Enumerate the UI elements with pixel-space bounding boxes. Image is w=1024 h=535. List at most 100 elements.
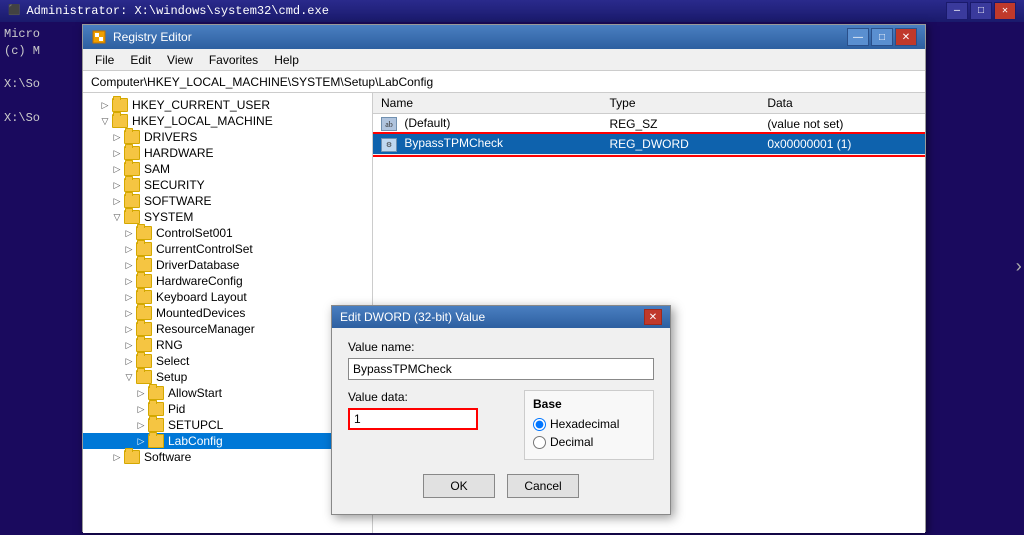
arrow-resourcemanager: ▷ [123,323,135,335]
cmd-line-5 [4,93,78,110]
tree-drivers[interactable]: ▷ DRIVERS [83,129,372,145]
regedit-window-buttons: — □ ✕ [847,28,917,46]
tree-sam[interactable]: ▷ SAM [83,161,372,177]
dialog-buttons: OK Cancel [348,470,654,502]
arrow-labconfig: ▷ [135,435,147,447]
registry-table: Name Type Data ab (Default) REG_SZ (valu… [373,93,925,155]
tree-pid[interactable]: ▷ Pid [83,401,372,417]
arrow-system: ▽ [111,211,123,223]
ok-button[interactable]: OK [423,474,495,498]
arrow-hardware: ▷ [111,147,123,159]
arrow-allowstart: ▷ [135,387,147,399]
tree-panel[interactable]: ▷ HKEY_CURRENT_USER ▽ HKEY_LOCAL_MACHINE… [83,93,373,533]
col-header-type: Type [601,93,759,114]
regedit-icon [91,29,107,45]
tree-label-setupcl: SETUPCL [168,418,223,432]
tree-software-hklm[interactable]: ▷ SOFTWARE [83,193,372,209]
tree-label-sam: SAM [144,162,170,176]
folder-driverdatabase [136,258,152,272]
arrow-keyboard-layout: ▷ [123,291,135,303]
arrow-drivers: ▷ [111,131,123,143]
arrow-pid: ▷ [135,403,147,415]
value-name-input[interactable] [348,358,654,380]
tree-controlset001[interactable]: ▷ ControlSet001 [83,225,372,241]
regedit-minimize-btn[interactable]: — [847,28,869,46]
dialog-close-btn[interactable]: ✕ [644,309,662,325]
tree-setup[interactable]: ▽ Setup [83,369,372,385]
arrow-software-bottom: ▷ [111,451,123,463]
tree-system[interactable]: ▽ SYSTEM [83,209,372,225]
tree-label-controlset001: ControlSet001 [156,226,233,240]
tree-select[interactable]: ▷ Select [83,353,372,369]
cmd-tb-buttons: — □ ✕ [946,2,1016,20]
cmd-close-btn[interactable]: ✕ [994,2,1016,20]
tree-security[interactable]: ▷ SECURITY [83,177,372,193]
regedit-window: Registry Editor — □ ✕ File Edit View Fav… [82,24,926,532]
table-row[interactable]: ab (Default) REG_SZ (value not set) [373,114,925,134]
address-text[interactable]: Computer\HKEY_LOCAL_MACHINE\SYSTEM\Setup… [91,75,433,89]
hex-radio-row: Hexadecimal [533,417,645,431]
tree-hardwareconfig[interactable]: ▷ HardwareConfig [83,273,372,289]
cancel-button[interactable]: Cancel [507,474,579,498]
tree-keyboard-layout[interactable]: ▷ Keyboard Layout [83,289,372,305]
value-data-input[interactable] [348,408,478,430]
base-section: Base Hexadecimal Decimal [524,390,654,460]
regedit-close-btn[interactable]: ✕ [895,28,917,46]
menu-file[interactable]: File [87,51,122,69]
col-header-name: Name [373,93,601,114]
folder-labconfig [148,434,164,448]
tree-allowstart[interactable]: ▷ AllowStart [83,385,372,401]
regedit-maximize-btn[interactable]: □ [871,28,893,46]
folder-drivers [124,130,140,144]
tree-label-keyboard-layout: Keyboard Layout [156,290,247,304]
tree-label-resourcemanager: ResourceManager [156,322,255,336]
tree-labconfig[interactable]: ▷ LabConfig [83,433,372,449]
cmd-line-4: X:\So [4,76,78,93]
folder-hklm [112,114,128,128]
tree-mounteddevices[interactable]: ▷ MountedDevices [83,305,372,321]
menu-edit[interactable]: Edit [122,51,159,69]
arrow-security: ▷ [111,179,123,191]
cmd-maximize-btn[interactable]: □ [970,2,992,20]
cmd-line-6: X:\So [4,110,78,127]
arrow-currentcontrolset: ▷ [123,243,135,255]
arrow-rng: ▷ [123,339,135,351]
tree-label-software-bottom: Software [144,450,191,464]
arrow-sam: ▷ [111,163,123,175]
tree-software-bottom[interactable]: ▷ Software [83,449,372,465]
tree-setupcl[interactable]: ▷ SETUPCL [83,417,372,433]
tree-label-currentcontrolset: CurrentControlSet [156,242,253,256]
tree-label-software-hklm: SOFTWARE [144,194,212,208]
dec-radio[interactable] [533,436,546,449]
value-data-section: Value data: [348,390,512,460]
menu-favorites[interactable]: Favorites [201,51,266,69]
arrow-hardwareconfig: ▷ [123,275,135,287]
icon-ab-default: ab [381,117,397,131]
tree-resourcemanager[interactable]: ▷ ResourceManager [83,321,372,337]
arrow-hklm: ▽ [99,115,111,127]
base-label: Base [533,397,645,411]
table-row[interactable]: ⚙ BypassTPMCheck REG_DWORD 0x00000001 (1… [373,134,925,155]
value-data-label: Value data: [348,390,512,404]
tree-currentcontrolset[interactable]: ▷ CurrentControlSet [83,241,372,257]
reg-data-default: (value not set) [759,114,925,134]
tree-label-pid: Pid [168,402,185,416]
hex-radio[interactable] [533,418,546,431]
cmd-title: Administrator: X:\windows\system32\cmd.e… [26,4,328,18]
cmd-content: Micro (c) M X:\So X:\So [0,22,82,131]
menu-help[interactable]: Help [266,51,307,69]
tree-label-select: Select [156,354,189,368]
menu-view[interactable]: View [159,51,201,69]
tree-rng[interactable]: ▷ RNG [83,337,372,353]
tree-hklm[interactable]: ▽ HKEY_LOCAL_MACHINE [83,113,372,129]
tree-driverdatabase[interactable]: ▷ DriverDatabase [83,257,372,273]
folder-keyboard-layout [136,290,152,304]
folder-rng [136,338,152,352]
tree-hardware[interactable]: ▷ HARDWARE [83,145,372,161]
tree-label-allowstart: AllowStart [168,386,222,400]
cmd-minimize-btn[interactable]: — [946,2,968,20]
cmd-line-3 [4,60,78,77]
cmd-line-2: (c) M [4,43,78,60]
tree-hkcu[interactable]: ▷ HKEY_CURRENT_USER [83,97,372,113]
arrow-driverdatabase: ▷ [123,259,135,271]
